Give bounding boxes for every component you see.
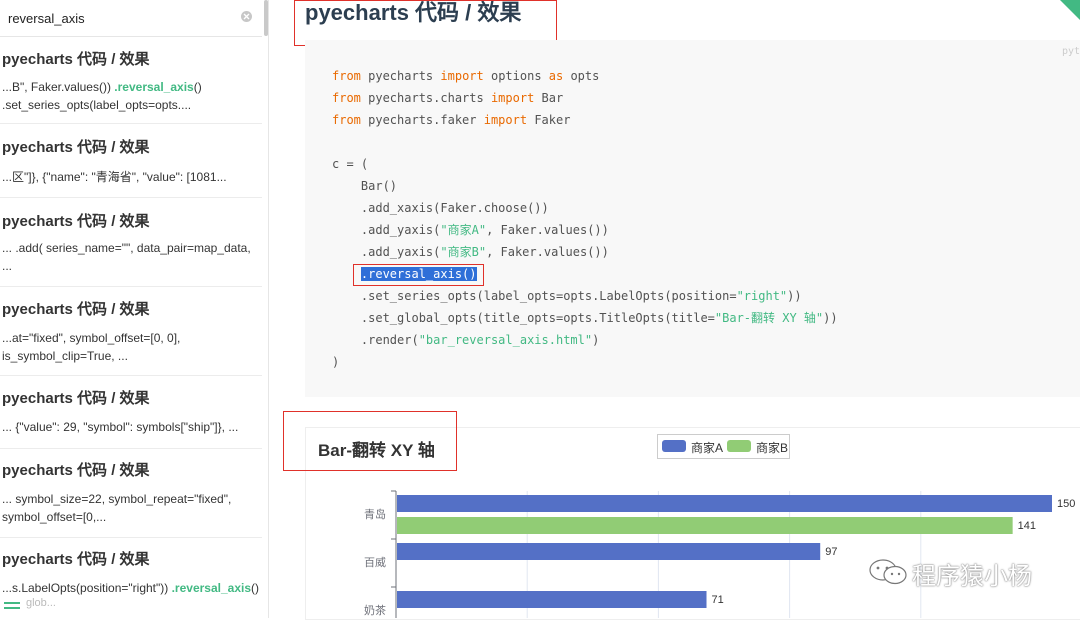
watermark-text: 程序猿小杨 [912, 563, 1032, 590]
y-tick-label: 奶茶 [364, 603, 386, 617]
bar [397, 495, 1052, 512]
bar [397, 543, 821, 560]
watermark: 程序猿小杨 [868, 556, 1048, 590]
data-label: 97 [825, 546, 837, 558]
bar [397, 517, 1013, 534]
y-tick-label: 青岛 [364, 507, 386, 521]
bar [397, 591, 707, 608]
data-label: 71 [712, 594, 724, 606]
data-label: 141 [1018, 520, 1036, 532]
wechat-icon [869, 559, 907, 585]
data-label: 150 [1057, 498, 1075, 510]
bar-chart: 青岛 150 141 百威 97 奶茶 71 [364, 490, 1075, 618]
y-tick-label: 百威 [364, 556, 386, 569]
